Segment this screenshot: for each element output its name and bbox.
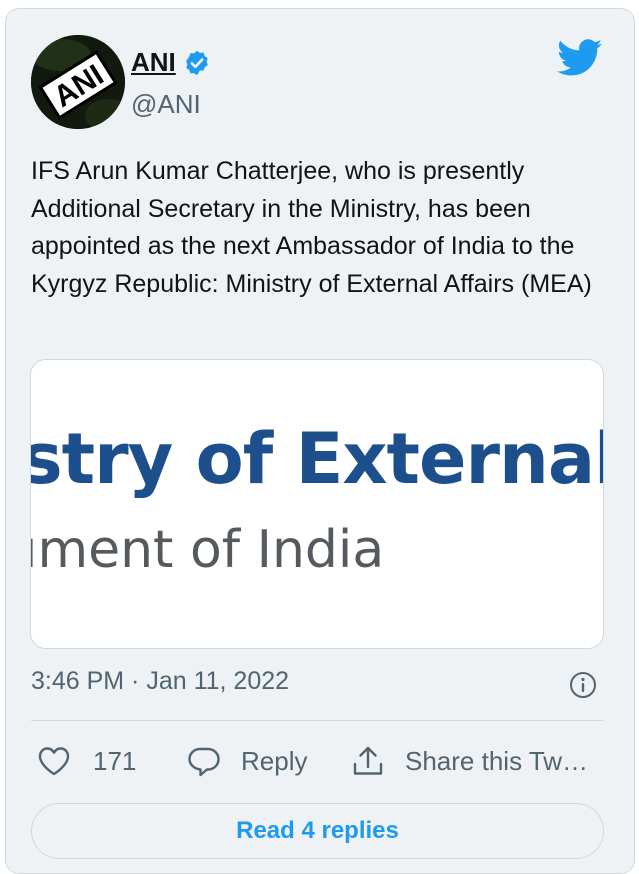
share-upload-icon bbox=[353, 746, 383, 775]
info-icon[interactable] bbox=[569, 671, 597, 699]
reply-label: Reply bbox=[241, 745, 308, 776]
divider bbox=[31, 720, 604, 721]
author-name-row: ANI bbox=[131, 47, 211, 78]
share-label: Share this Tw… bbox=[405, 745, 589, 776]
twitter-bird-icon[interactable] bbox=[557, 39, 603, 77]
read-replies-button[interactable]: Read 4 replies bbox=[31, 803, 604, 859]
heart-icon bbox=[38, 747, 70, 776]
link-preview-line1: stry of External A bbox=[30, 418, 604, 500]
tweet-card: ANI ANI @ANI IFS Arun Kumar Chatterjee, … bbox=[5, 8, 635, 874]
like-count: 171 bbox=[93, 745, 137, 776]
tweet-text: IFS Arun Kumar Chatterjee, who is presen… bbox=[31, 157, 592, 298]
reply-button[interactable]: Reply bbox=[187, 737, 307, 785]
verified-badge-icon bbox=[183, 49, 211, 77]
author-handle[interactable]: @ANI bbox=[131, 89, 201, 120]
tweet-actions: 171 Reply Share this Tw… bbox=[31, 737, 606, 785]
link-preview-card[interactable]: stry of External A ıment of India bbox=[30, 359, 604, 649]
share-button[interactable]: Share this Tw… bbox=[351, 737, 588, 785]
like-button[interactable]: 171 bbox=[37, 737, 136, 785]
author-name[interactable]: ANI bbox=[131, 47, 176, 78]
link-preview-line2: ıment of India bbox=[30, 520, 385, 580]
avatar[interactable]: ANI bbox=[31, 35, 125, 129]
reply-bubble-icon bbox=[188, 747, 220, 777]
tweet-timestamp[interactable]: 3:46 PM · Jan 11, 2022 bbox=[31, 667, 289, 696]
